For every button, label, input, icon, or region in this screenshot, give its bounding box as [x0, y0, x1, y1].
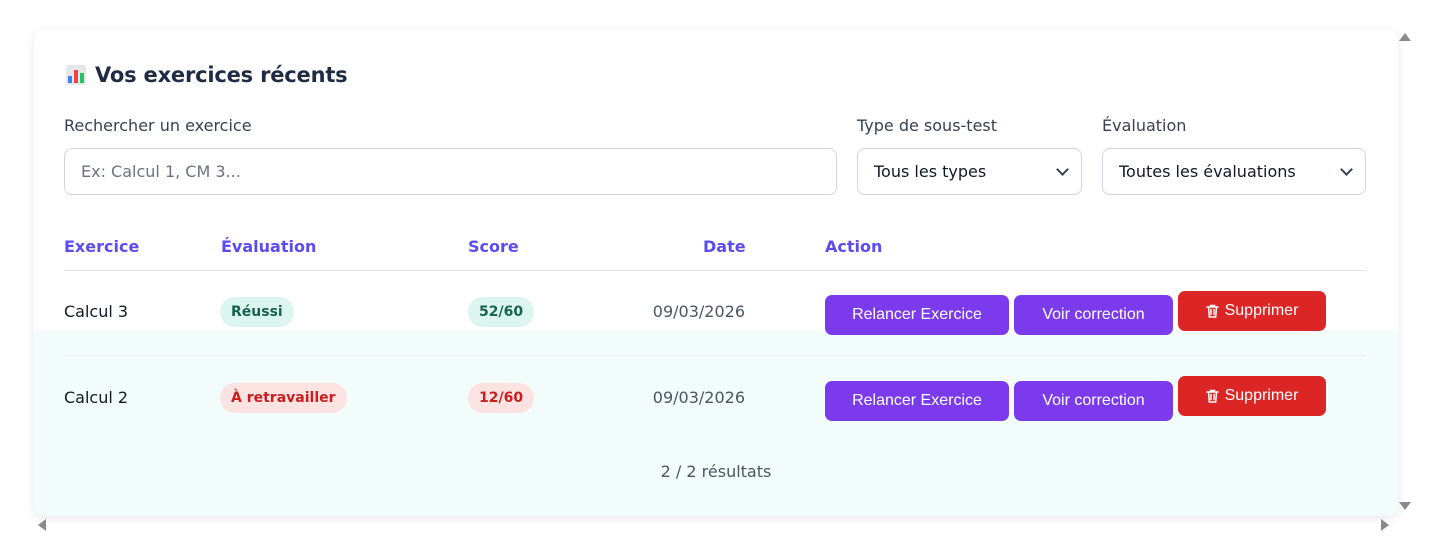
score-badge: 52/60 — [468, 297, 535, 327]
table-header-divider — [64, 270, 1366, 271]
search-input[interactable]: Ex: Calcul 1, CM 3... — [64, 148, 837, 195]
type-select[interactable]: Tous les types — [857, 148, 1082, 195]
scroll-left-arrow-icon[interactable] — [38, 519, 46, 531]
score-badge: 12/60 — [468, 383, 535, 413]
relaunch-exercise-button[interactable]: Relancer Exercice — [825, 295, 1009, 335]
evaluation-filter-label: Évaluation — [1102, 116, 1187, 135]
chevron-down-icon — [1340, 162, 1353, 176]
card-header: Vos exercices récents — [66, 63, 348, 87]
column-header-exercise[interactable]: Exercice — [64, 237, 139, 256]
exercise-date: 09/03/2026 — [652, 302, 745, 321]
type-filter-label: Type de sous-test — [857, 116, 998, 135]
scroll-right-arrow-icon[interactable] — [1381, 519, 1389, 531]
delete-button-label: Supprimer — [1224, 387, 1299, 404]
scroll-up-arrow-icon[interactable] — [1399, 33, 1411, 41]
search-placeholder: Ex: Calcul 1, CM 3... — [81, 162, 241, 181]
exercise-name: Calcul 2 — [64, 388, 129, 407]
trash-icon — [1205, 389, 1219, 403]
evaluation-select-value: Toutes les évaluations — [1119, 162, 1296, 181]
exercise-name: Calcul 3 — [64, 302, 129, 321]
status-badge: À retravailler — [220, 383, 347, 413]
bar-chart-icon — [66, 65, 86, 85]
exercise-date: 09/03/2026 — [652, 388, 745, 407]
pagination-text: 2 / 2 résultats — [660, 462, 772, 481]
delete-button[interactable]: Supprimer — [1178, 291, 1326, 331]
view-correction-button[interactable]: Voir correction — [1014, 295, 1173, 335]
column-header-date[interactable]: Date — [703, 237, 746, 256]
row-divider — [64, 355, 1366, 356]
status-badge: Réussi — [220, 297, 294, 327]
search-label: Rechercher un exercice — [64, 116, 252, 135]
column-header-action: Action — [825, 237, 883, 256]
evaluation-select[interactable]: Toutes les évaluations — [1102, 148, 1366, 195]
chevron-down-icon — [1056, 162, 1069, 176]
column-header-score[interactable]: Score — [468, 237, 519, 256]
scroll-down-arrow-icon[interactable] — [1399, 502, 1411, 510]
delete-button-label: Supprimer — [1224, 302, 1299, 319]
view-correction-button[interactable]: Voir correction — [1014, 381, 1173, 421]
card-tint — [34, 330, 1398, 516]
page-title: Vos exercices récents — [95, 63, 348, 87]
type-select-value: Tous les types — [874, 162, 987, 181]
trash-icon — [1205, 304, 1219, 318]
delete-button[interactable]: Supprimer — [1178, 376, 1326, 416]
column-header-evaluation[interactable]: Évaluation — [221, 237, 316, 256]
recent-exercises-card: Vos exercices récents Rechercher un exer… — [34, 30, 1398, 516]
relaunch-exercise-button[interactable]: Relancer Exercice — [825, 381, 1009, 421]
